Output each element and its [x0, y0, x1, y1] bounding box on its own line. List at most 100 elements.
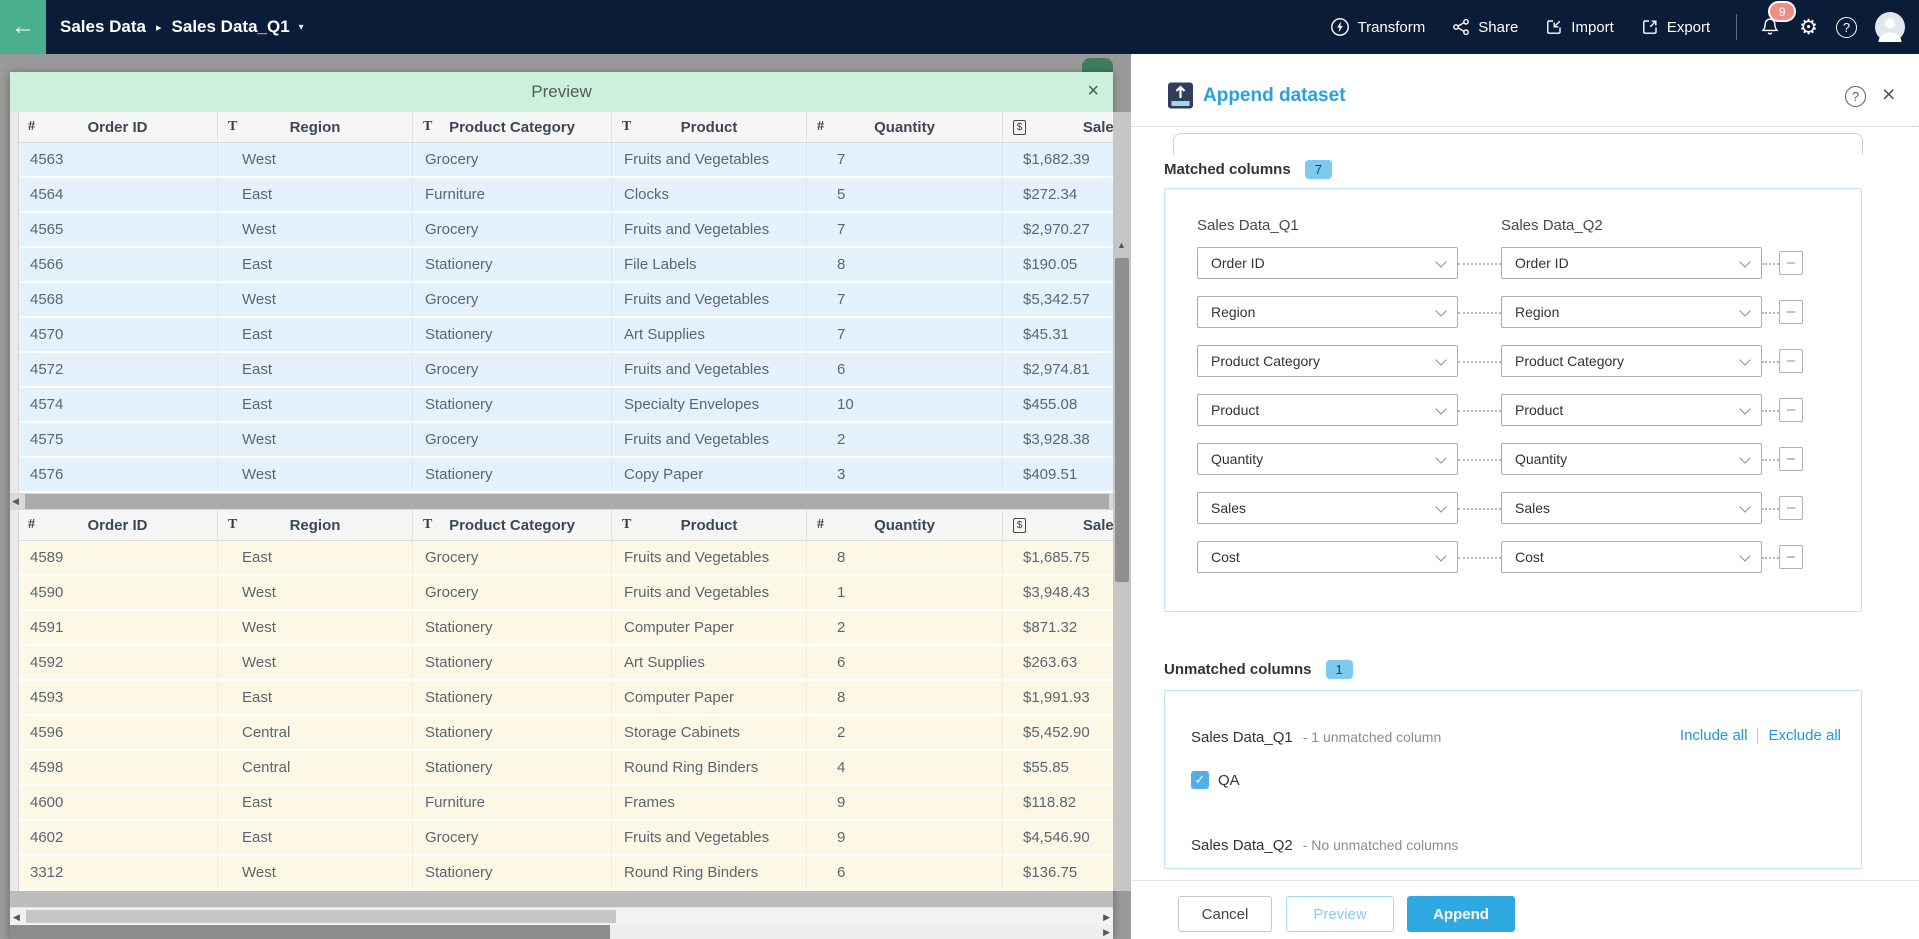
column-header[interactable]: TRegion [217, 510, 412, 540]
column-header[interactable]: #Quantity [806, 510, 1002, 540]
table-cell: West [217, 143, 412, 176]
table-cell: 4591 [18, 611, 217, 644]
table-cell: 6 [806, 646, 1002, 679]
table-cell: 7 [806, 318, 1002, 351]
column-header[interactable]: TRegion [217, 112, 412, 142]
remove-match-button[interactable]: – [1779, 496, 1803, 520]
breadcrumb-parent[interactable]: Sales Data [60, 17, 146, 37]
matched-column-select-left[interactable]: Quantity [1197, 443, 1458, 475]
matched-column-select-left[interactable]: Order ID [1197, 247, 1458, 279]
matched-column-select-left[interactable]: Cost [1197, 541, 1458, 573]
matched-column-select-right[interactable]: Cost [1501, 541, 1762, 573]
breadcrumb: Sales Data ▸ Sales Data_Q1 ▾ [60, 17, 304, 37]
table-cell: Stationery [412, 681, 611, 714]
left-dataset-label: Sales Data_Q1 [1197, 217, 1299, 234]
back-button[interactable]: ← [0, 0, 46, 54]
matched-column-pair-row: ProductProduct– [1197, 394, 1837, 426]
scroll-left-icon[interactable]: ◀ [12, 496, 19, 507]
close-icon[interactable]: × [1087, 81, 1099, 101]
matched-column-select-left[interactable]: Product Category [1197, 345, 1458, 377]
table-cell: Round Ring Binders [611, 856, 806, 889]
matched-column-select-right[interactable]: Order ID [1501, 247, 1762, 279]
unmatched-column-checkbox-row[interactable]: ✓ QA [1191, 771, 1240, 789]
preview-button[interactable]: Preview [1286, 896, 1394, 932]
matched-column-select-right[interactable]: Sales [1501, 492, 1762, 524]
table-cell: 4574 [18, 388, 217, 421]
remove-match-button[interactable]: – [1779, 545, 1803, 569]
column-header[interactable]: $Sales [1002, 510, 1113, 540]
append-dataset-panel: Append dataset ? × Matched columns 7 Sal… [1131, 54, 1919, 939]
scrollbar-thumb[interactable] [26, 910, 616, 923]
remove-match-button[interactable]: – [1779, 349, 1803, 373]
matched-column-select-left[interactable]: Sales [1197, 492, 1458, 524]
table-cell: Stationery [412, 646, 611, 679]
column-header[interactable]: #Order ID [18, 112, 217, 142]
matched-column-select-right[interactable]: Region [1501, 296, 1762, 328]
remove-match-button[interactable]: – [1779, 447, 1803, 471]
horizontal-scrollbar[interactable]: ◀ ▶ [10, 907, 1113, 925]
column-header[interactable]: #Order ID [18, 510, 217, 540]
remove-match-button[interactable]: – [1779, 251, 1803, 275]
table-cell: 8 [806, 541, 1002, 574]
matched-column-pair-row: SalesSales– [1197, 492, 1837, 524]
horizontal-scrollbar-thumb-band[interactable] [10, 891, 1113, 907]
checkbox-checked-icon[interactable]: ✓ [1191, 771, 1209, 789]
chevron-down-icon[interactable]: ▾ [299, 22, 304, 33]
scrollbar-thumb[interactable] [10, 925, 610, 939]
scrollbar-thumb[interactable] [25, 494, 1109, 509]
column-header[interactable]: TProduct [611, 510, 806, 540]
export-label: Export [1667, 19, 1710, 36]
vertical-scrollbar[interactable]: ▲ [1113, 112, 1131, 891]
settings-button[interactable]: ⚙ [1799, 17, 1818, 38]
matched-column-select-right[interactable]: Quantity [1501, 443, 1762, 475]
scroll-right-icon[interactable]: ▶ [1103, 912, 1110, 923]
table-cell: West [217, 576, 412, 609]
match-connector-line [1458, 459, 1501, 461]
panel-close-icon[interactable]: × [1882, 81, 1895, 108]
remove-match-button[interactable]: – [1779, 300, 1803, 324]
column-header[interactable]: TProduct Category [412, 112, 611, 142]
table-cell: East [217, 318, 412, 351]
horizontal-scrollbar[interactable]: ▶ [10, 925, 1113, 939]
select-value: Product Category [1502, 346, 1761, 376]
table-cell: East [217, 388, 412, 421]
user-avatar[interactable] [1875, 12, 1905, 42]
cancel-button[interactable]: Cancel [1178, 896, 1272, 932]
table-cell: 4589 [18, 541, 217, 574]
panel-help-button[interactable]: ? [1845, 86, 1866, 107]
scroll-right-icon[interactable]: ▶ [1103, 927, 1110, 938]
column-header[interactable]: TProduct Category [412, 510, 611, 540]
select-value: Product [1502, 395, 1761, 425]
scrollbar-thumb[interactable] [1115, 258, 1129, 582]
matched-column-select-right[interactable]: Product Category [1501, 345, 1762, 377]
select-value: Product Category [1198, 346, 1457, 376]
import-button[interactable]: Import [1544, 17, 1614, 37]
share-button[interactable]: Share [1451, 17, 1518, 37]
exclude-all-link[interactable]: Exclude all [1768, 727, 1841, 744]
select-value: Order ID [1502, 248, 1761, 278]
export-button[interactable]: Export [1640, 17, 1710, 37]
append-button[interactable]: Append [1407, 896, 1515, 932]
breadcrumb-current[interactable]: Sales Data_Q1 [172, 17, 290, 37]
matched-column-select-left[interactable]: Product [1197, 394, 1458, 426]
table-cell: 10 [806, 388, 1002, 421]
remove-match-button[interactable]: – [1779, 398, 1803, 422]
transform-button[interactable]: Transform [1330, 17, 1425, 37]
matched-column-select-right[interactable]: Product [1501, 394, 1762, 426]
scroll-up-icon[interactable]: ▲ [1117, 240, 1126, 250]
column-header[interactable]: TProduct [611, 112, 806, 142]
table-row: 4565WestGroceryFruits and Vegetables7$2,… [18, 213, 1113, 248]
matched-column-select-left[interactable]: Region [1197, 296, 1458, 328]
help-button[interactable]: ? [1836, 17, 1857, 38]
horizontal-scrollbar[interactable]: ◀ [10, 493, 1113, 510]
notifications-button[interactable]: 9 [1759, 16, 1781, 38]
table-cell: Grocery [412, 541, 611, 574]
column-header[interactable]: $Sales [1002, 112, 1113, 142]
match-connector-line [1458, 312, 1501, 314]
table-cell: Fruits and Vegetables [611, 576, 806, 609]
include-all-link[interactable]: Include all [1680, 727, 1748, 744]
table-cell: Art Supplies [611, 646, 806, 679]
column-header[interactable]: #Quantity [806, 112, 1002, 142]
scroll-left-icon[interactable]: ◀ [13, 912, 20, 923]
table-cell: East [217, 681, 412, 714]
